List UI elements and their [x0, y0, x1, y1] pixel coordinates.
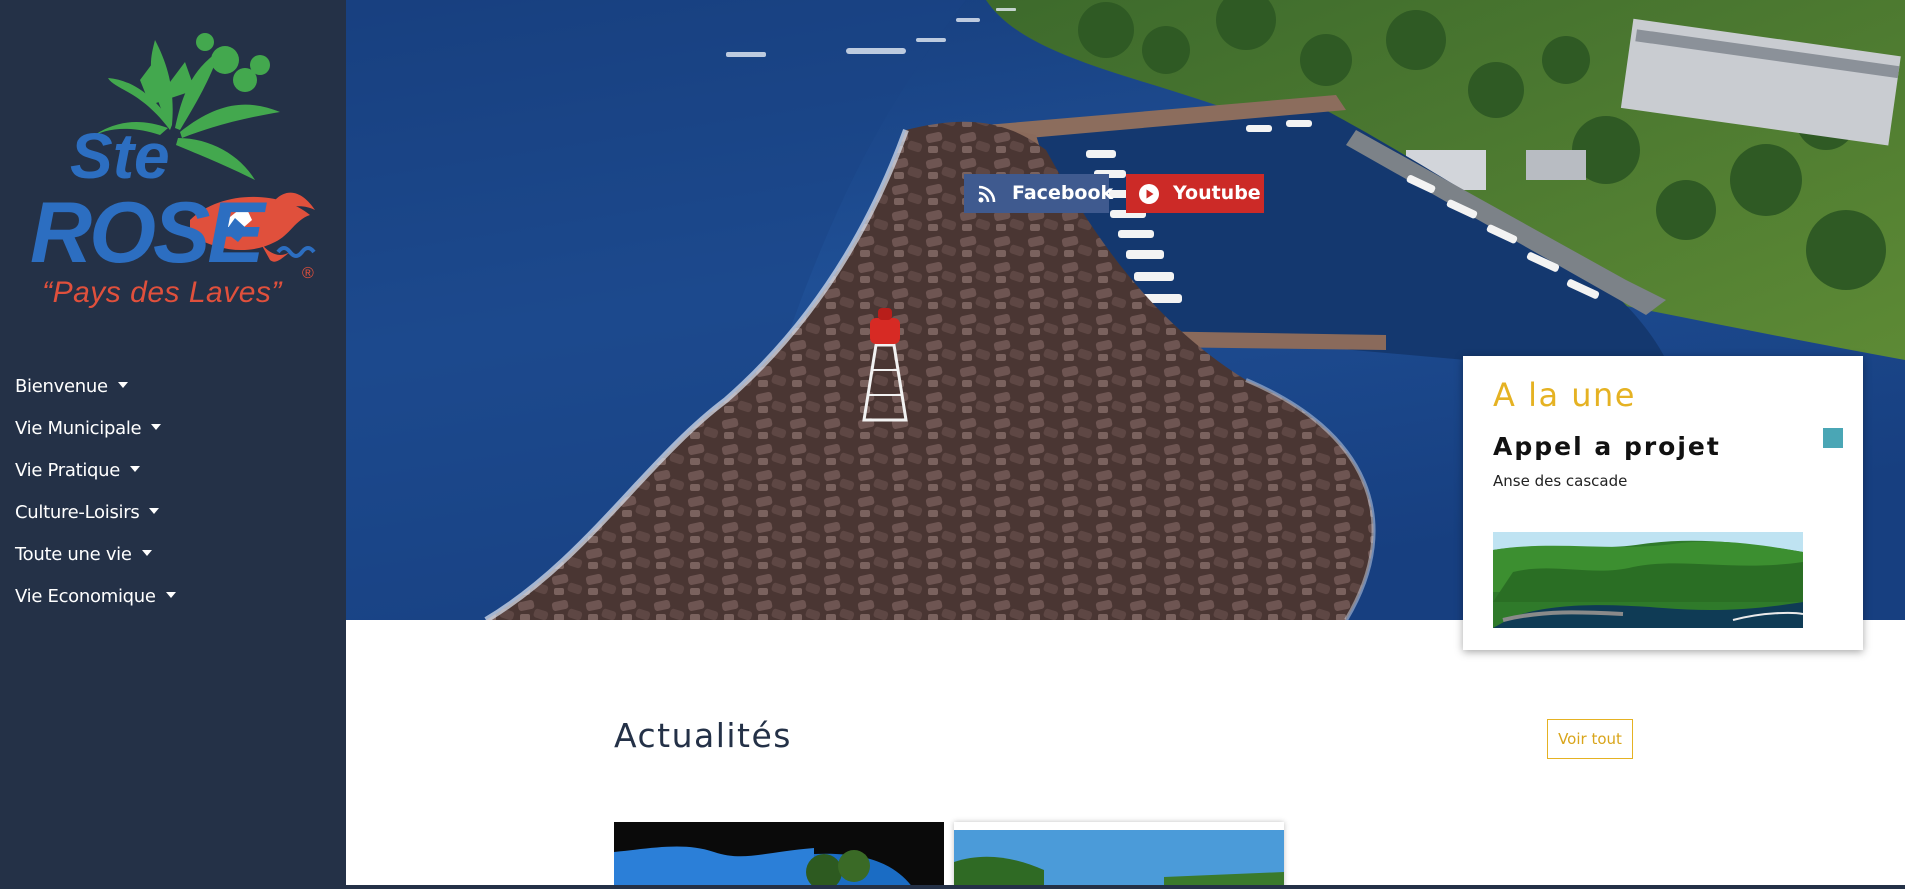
coast-photo — [954, 822, 1284, 889]
news-card-image[interactable] — [954, 822, 1284, 889]
bottom-border — [0, 885, 1905, 889]
nav-label: Vie Economique — [15, 586, 156, 607]
play-circle-icon — [1139, 184, 1159, 204]
logo-graphic: Ste ROSE ® — [30, 33, 316, 282]
main-navigation: Bienvenue Vie Municipale Vie Pratique Cu… — [0, 366, 346, 618]
chevron-down-icon — [151, 424, 162, 430]
chevron-down-icon — [130, 466, 141, 472]
logo-text-rose: ROSE — [30, 185, 267, 280]
a-la-une-subtitle: Anse des cascade — [1493, 472, 1628, 490]
nav-label: Toute une vie — [15, 544, 132, 565]
nav-item-toute-une-vie[interactable]: Toute une vie — [0, 534, 346, 576]
slider-indicator[interactable] — [1823, 428, 1843, 448]
nav-item-vie-municipale[interactable]: Vie Municipale — [0, 408, 346, 450]
a-la-une-title: A la une — [1493, 376, 1636, 414]
chevron-down-icon — [141, 550, 152, 556]
logo-tagline: “Pays des Laves” — [42, 276, 282, 309]
facebook-label: Facebook — [1012, 182, 1114, 204]
chevron-down-icon — [117, 382, 128, 388]
a-la-une-image[interactable] — [1493, 532, 1803, 628]
actualites-title: Actualités — [614, 716, 792, 755]
nav-label: Vie Municipale — [15, 418, 142, 439]
nav-label: Bienvenue — [15, 376, 108, 397]
logo-text-ste: Ste — [70, 120, 170, 192]
sidebar: Ste ROSE ® “Pays des Laves” Bienvenue Vi… — [0, 0, 346, 889]
facebook-button[interactable]: Facebook — [964, 174, 1113, 213]
news-card-image[interactable] — [614, 822, 944, 889]
nav-item-bienvenue[interactable]: Bienvenue — [0, 366, 346, 408]
cave-sea-photo — [614, 822, 944, 889]
nav-label: Vie Pratique — [15, 460, 121, 481]
nav-item-vie-pratique[interactable]: Vie Pratique — [0, 450, 346, 492]
chevron-down-icon — [149, 508, 160, 514]
rss-icon — [978, 185, 996, 203]
nav-label: Culture-Loisirs — [15, 502, 140, 523]
chevron-down-icon — [165, 592, 176, 598]
cascade-photo — [1493, 532, 1803, 628]
a-la-une-card[interactable]: A la une Appel a projet Anse des cascade — [1463, 356, 1863, 650]
a-la-une-heading[interactable]: Appel a projet — [1493, 432, 1721, 461]
youtube-label: Youtube — [1173, 182, 1261, 204]
nav-item-culture-loisirs[interactable]: Culture-Loisirs — [0, 492, 346, 534]
youtube-button[interactable]: Youtube — [1126, 174, 1264, 213]
nav-item-vie-economique[interactable]: Vie Economique — [0, 576, 346, 618]
voir-tout-button[interactable]: Voir tout — [1547, 719, 1633, 759]
